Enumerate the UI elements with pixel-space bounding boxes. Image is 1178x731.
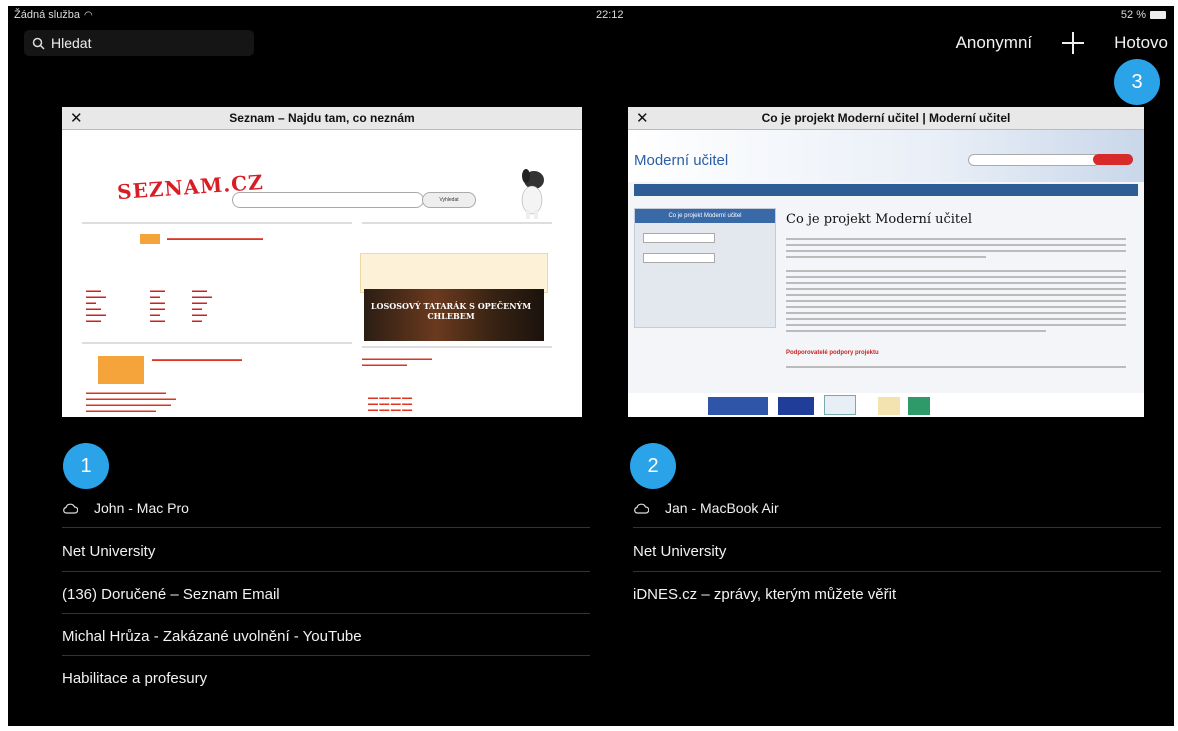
close-tab-icon[interactable]: ✕ [636, 109, 649, 127]
cloud-tab-item[interactable]: Habilitace a profesury [62, 670, 207, 687]
link-column: ▬▬▬ ▬▬▬▬ ▬▬▬ ▬▬ ▬▬▬ ▬▬ [192, 288, 212, 324]
text-line [786, 288, 1126, 290]
tab-preview-moderni-ucitel: Moderní učitel Co je projekt Moderní uči… [628, 130, 1144, 417]
text-line [786, 366, 1126, 368]
password-field [643, 253, 715, 263]
cloud-tab-item[interactable]: Net University [633, 543, 726, 560]
site-logo: Moderní učitel [634, 152, 729, 169]
divider [82, 222, 352, 224]
divider [362, 222, 552, 224]
tips-block: ▬▬▬▬▬▬▬▬▬▬▬▬▬▬ ▬▬▬▬▬▬▬▬▬ [362, 356, 432, 368]
login-field [643, 233, 715, 243]
device-header-jan: Jan - MacBook Air [633, 500, 779, 516]
top-actions: Anonymní Hotovo [956, 32, 1168, 54]
cloud-tab-item[interactable]: iDNES.cz – zprávy, kterým můžete věřit [633, 586, 896, 603]
search-icon [32, 37, 45, 50]
partner-logo [908, 397, 930, 415]
clock: 22:12 [596, 9, 624, 21]
close-tab-icon[interactable]: ✕ [70, 109, 83, 127]
cloud-icon [63, 503, 78, 514]
tab-card-moderni-ucitel[interactable]: ✕ Co je projekt Moderní učitel | Moderní… [628, 107, 1144, 417]
carrier-label: Žádná služba ◠ [14, 9, 93, 21]
tab-title: Co je projekt Moderní učitel | Moderní u… [761, 111, 1011, 125]
news-thumbnail [140, 234, 160, 244]
separator [633, 571, 1161, 572]
firmy-links: ▬▬ ▬▬ ▬▬ ▬▬ ▬▬ ▬▬ ▬▬ ▬▬ ▬▬ ▬▬ ▬▬ ▬▬ [368, 395, 413, 413]
text-line [786, 282, 1126, 284]
esf-logo [708, 397, 768, 415]
divider [362, 346, 552, 348]
article-heading: Co je projekt Moderní učitel [786, 212, 972, 227]
done-button[interactable]: Hotovo [1114, 33, 1168, 53]
callout-badge-2: 2 [630, 443, 676, 489]
separator [62, 571, 590, 572]
tab-title-bar: ✕ Co je projekt Moderní učitel | Moderní… [628, 107, 1144, 130]
text-line [786, 318, 1126, 320]
text-line [786, 330, 1046, 332]
tab-preview-seznam: SEZNAM.CZ Vyhledat ▬▬▬▬▬▬▬▬▬▬▬▬▬▬▬▬ ▬▬▬ ▬… [62, 130, 582, 417]
battery-icon [1150, 11, 1166, 19]
device-name: Jan - MacBook Air [665, 500, 779, 516]
text-line [786, 270, 1126, 272]
partner-logo [824, 395, 856, 415]
tab-card-seznam[interactable]: ✕ Seznam – Najdu tam, co neznám SEZNAM.C… [62, 107, 582, 417]
link-column: ▬▬▬ ▬▬▬▬ ▬▬ ▬▬▬ ▬▬▬▬ ▬▬▬ [86, 288, 106, 324]
news-thumbnail [98, 356, 144, 384]
sidebar-heading: Co je projekt Moderní učitel [635, 209, 775, 223]
sponsor-logos [628, 393, 1144, 417]
safari-tab-view: Žádná služba ◠ 22:12 52 % Hledat Anonymní… [8, 6, 1174, 726]
news-headline: ▬▬▬▬▬▬▬▬▬▬▬▬▬▬▬ [152, 357, 242, 363]
private-browsing-button[interactable]: Anonymní [956, 33, 1033, 53]
cloud-icon [634, 503, 649, 514]
cloud-tab-item[interactable]: (136) Doručené – Seznam Email [62, 586, 280, 603]
text-line [786, 294, 1126, 296]
new-tab-plus-icon[interactable] [1062, 32, 1085, 54]
site-search-box [968, 154, 1100, 166]
text-line [786, 324, 1126, 326]
callout-badge-1: 1 [63, 443, 109, 489]
cloud-tab-item[interactable]: Michal Hrůza - Zakázané uvolnění - YouTu… [62, 628, 362, 645]
divider [82, 342, 352, 344]
email-login-box [360, 253, 548, 293]
separator [62, 613, 590, 614]
device-header-john: John - Mac Pro [62, 500, 189, 516]
text-line [786, 238, 1126, 240]
wifi-icon: ◠ [84, 10, 93, 21]
text-line [786, 250, 1126, 252]
news-headline: ▬▬▬▬▬▬▬▬▬▬▬▬▬▬▬▬ [167, 236, 263, 242]
news-list: ▬▬▬▬▬▬▬▬▬▬▬▬▬▬▬▬ ▬▬▬▬▬▬▬▬▬▬▬▬▬▬▬▬▬▬ ▬▬▬▬▬▬… [86, 390, 176, 414]
tab-title-bar: ✕ Seznam – Najdu tam, co neznám [62, 107, 582, 130]
callout-badge-3: 3 [1114, 59, 1160, 105]
link-column: ▬▬▬ ▬▬ ▬▬▬ ▬▬▬ ▬▬ ▬▬▬ [150, 288, 165, 324]
site-nav-bar [634, 184, 1138, 196]
promo-text: LOSOSOVÝ TATARÁK S OPEČENÝM CHLEBEM [370, 301, 532, 321]
separator [633, 527, 1161, 528]
search-input[interactable]: Hledat [24, 30, 254, 56]
partner-logo [878, 397, 900, 415]
seznam-search-button: Vyhledat [422, 192, 476, 208]
site-search-button [1093, 154, 1133, 165]
separator [62, 655, 590, 656]
status-bar: Žádná služba ◠ 22:12 52 % [8, 6, 1174, 28]
device-name: John - Mac Pro [94, 500, 189, 516]
tab-title: Seznam – Najdu tam, co neznám [229, 111, 415, 125]
eu-flag-icon [778, 397, 814, 415]
seznam-search-box [232, 192, 424, 208]
article-subheading: Podporovatelé podpory projektu [786, 350, 879, 356]
text-line [786, 312, 1126, 314]
separator [62, 527, 590, 528]
battery-status: 52 % [1121, 9, 1166, 21]
text-line [786, 300, 1126, 302]
text-line [786, 306, 1126, 308]
text-line [786, 244, 1126, 246]
search-placeholder: Hledat [51, 35, 92, 51]
text-line [786, 276, 1126, 278]
cloud-tab-item[interactable]: Net University [62, 543, 155, 560]
dog-mascot-icon [521, 169, 544, 219]
site-sidebar: Co je projekt Moderní učitel [634, 208, 776, 328]
promo-banner: LOSOSOVÝ TATARÁK S OPEČENÝM CHLEBEM [364, 289, 544, 341]
text-line [786, 256, 986, 258]
